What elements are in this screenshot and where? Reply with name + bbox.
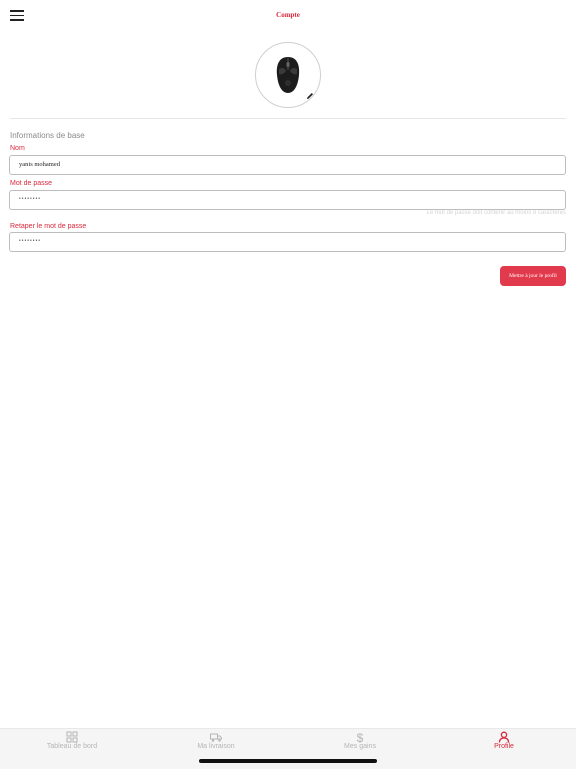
name-label: Nom (10, 145, 25, 152)
dashboard-grid-icon (66, 731, 78, 743)
tab-label: Mes gains (344, 743, 376, 750)
password-label: Mot de passe (10, 180, 53, 187)
home-indicator (199, 759, 377, 763)
tab-delivery[interactable]: Ma livraison (144, 729, 288, 759)
page-title: Compte (276, 11, 300, 19)
user-icon (498, 731, 510, 743)
truck-icon (210, 733, 222, 742)
tab-earnings[interactable]: $ Mes gains (288, 729, 432, 759)
tab-label: Ma livraison (197, 743, 235, 750)
dollar-icon: $ (357, 731, 364, 743)
password-hint: Le mot de passe doit contenir au moins 8… (426, 210, 566, 216)
gaming-mouse-image (276, 57, 300, 93)
pencil-icon[interactable] (305, 91, 315, 101)
tab-profile[interactable]: Profile (432, 729, 576, 759)
section-title: Informations de base (10, 131, 85, 140)
tab-dashboard[interactable]: Tableau de bord (0, 729, 144, 759)
name-field[interactable]: yanis mohamed (9, 155, 566, 175)
password-field[interactable]: •••••••• (9, 190, 566, 210)
update-profile-button[interactable]: Mettre à jour le profil (500, 266, 566, 286)
divider (10, 118, 566, 119)
confirm-password-field[interactable]: •••••••• (9, 232, 566, 252)
tab-label: Tableau de bord (46, 743, 98, 750)
confirm-password-label: Retaper le mot de passe (10, 223, 87, 230)
svg-text:$: $ (357, 731, 364, 743)
tab-label: Profile (494, 743, 514, 750)
